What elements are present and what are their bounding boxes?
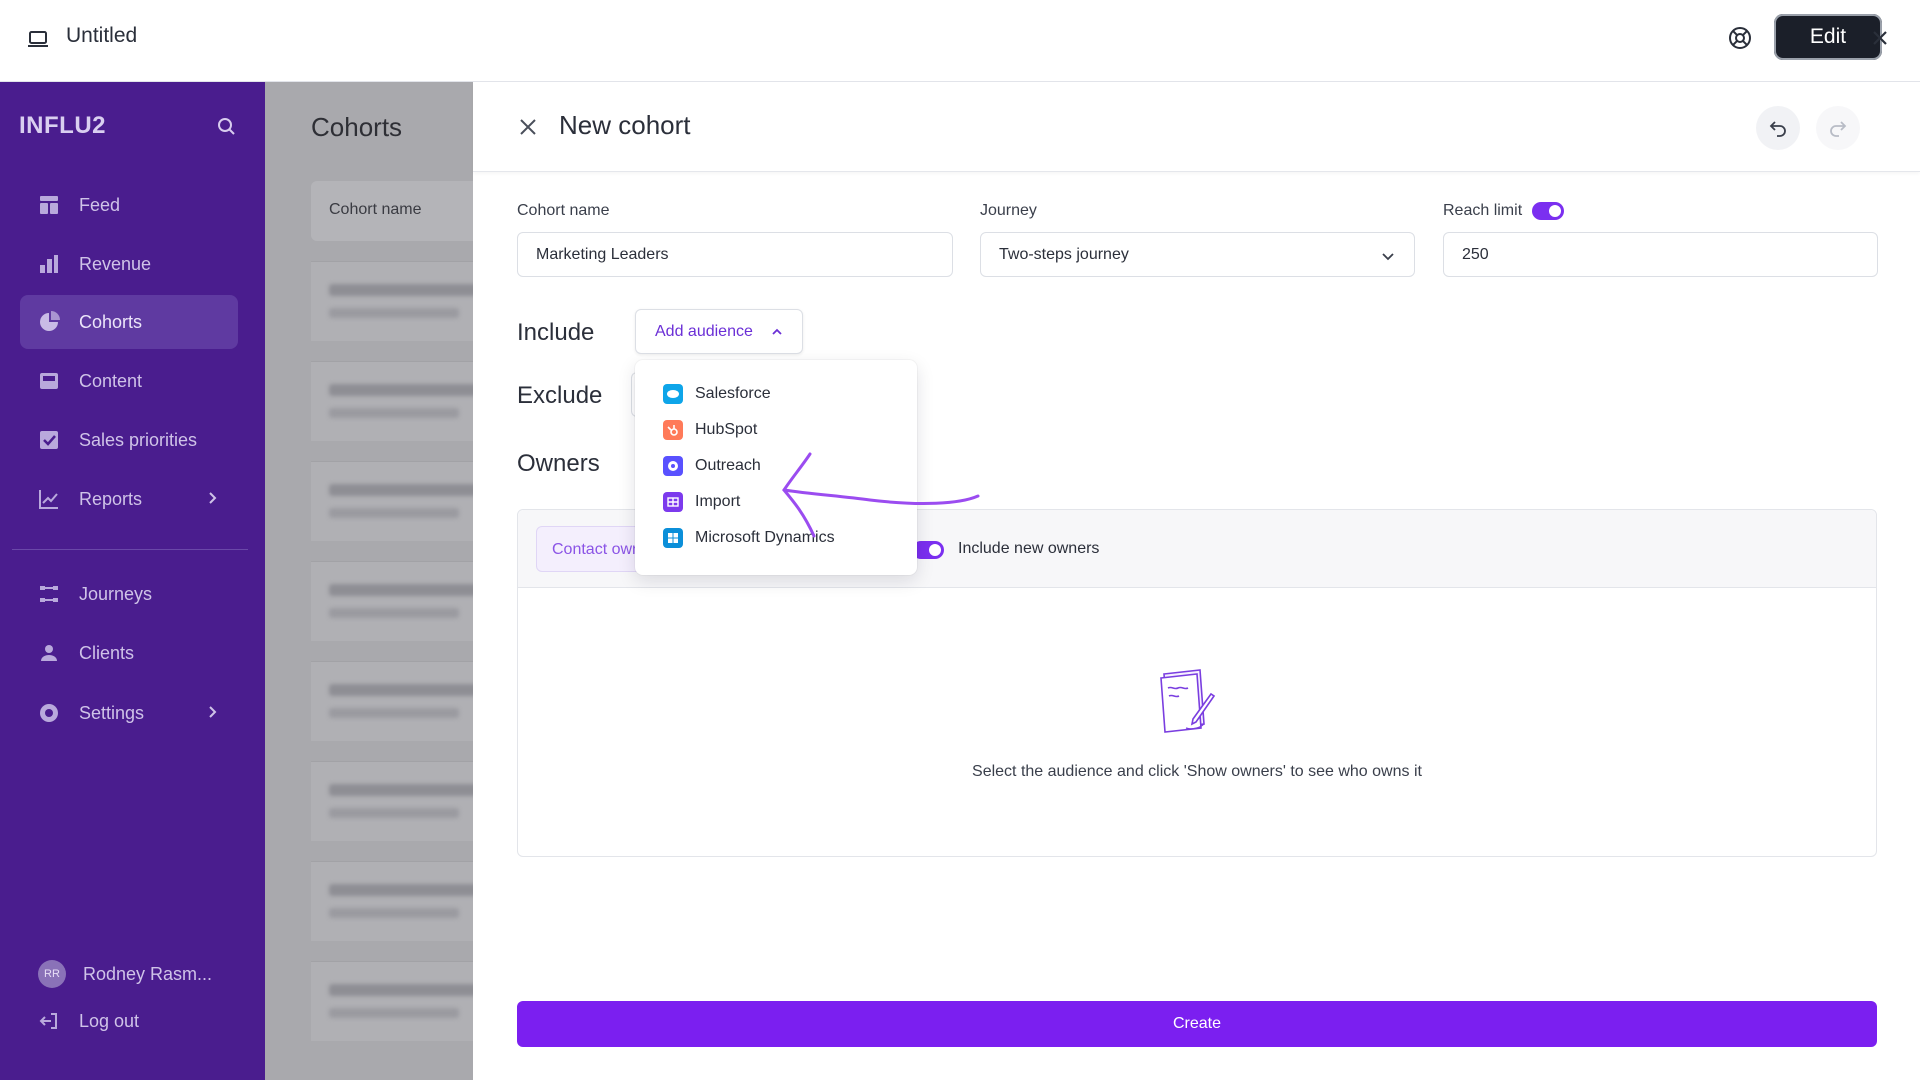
table-row [311, 561, 473, 641]
audience-option-microsoft-dynamics[interactable]: Microsoft Dynamics [663, 525, 835, 551]
sidebar-item-label: Content [79, 371, 143, 391]
reach-limit-toggle[interactable] [1532, 202, 1564, 220]
cohort-name-input[interactable]: Marketing Leaders [517, 232, 953, 277]
laptop-icon [28, 31, 48, 47]
sidebar-item-label: Reports [79, 489, 143, 509]
redo-button[interactable] [1816, 106, 1860, 150]
sidebar-item-label: Clients [79, 643, 135, 663]
notepad-pen-icon [1160, 669, 1216, 733]
close-drawer-icon[interactable] [517, 116, 539, 138]
chevron-down-icon [1382, 253, 1394, 261]
sidebar: INFLU2 Feed Revenue Cohorts Content Sale… [0, 82, 265, 1080]
table-header: Cohort name [311, 181, 473, 241]
checkbox-icon [40, 431, 58, 449]
journey-select[interactable]: Two-steps journey [980, 232, 1415, 277]
feed-icon [40, 196, 58, 214]
sidebar-divider [12, 549, 248, 550]
background-page-overlay: Cohorts Cohort name [265, 82, 473, 1080]
drawer-title: New cohort [559, 110, 691, 140]
pie-chart-icon [40, 311, 60, 331]
sidebar-item-feed[interactable]: Feed [20, 178, 238, 232]
journeys-icon [40, 586, 58, 602]
include-new-owners-label: Include new owners [958, 540, 1100, 557]
content-icon [40, 373, 58, 389]
journey-value: Two-steps journey [999, 245, 1129, 263]
search-icon[interactable] [216, 116, 236, 136]
add-audience-label: Add audience [655, 323, 753, 340]
salesforce-icon [663, 384, 683, 404]
audience-option-import[interactable]: Import [663, 489, 740, 515]
audience-option-label: Salesforce [695, 385, 771, 402]
owners-label: Owners [517, 450, 600, 477]
bar-chart-icon [40, 255, 58, 273]
logout-label: Log out [79, 1011, 140, 1031]
table-row [311, 661, 473, 741]
import-icon [663, 492, 683, 512]
chevron-up-icon [772, 328, 782, 335]
avatar[interactable]: RR [38, 960, 66, 988]
table-row [311, 461, 473, 541]
window-title-bar: Untitled Edit [0, 0, 1920, 82]
audience-option-outreach[interactable]: Outreach [663, 453, 761, 479]
new-cohort-drawer: New cohort Cohort name Marketing Leaders… [473, 82, 1920, 1080]
sidebar-item-content[interactable]: Content [20, 354, 238, 408]
window-title: Untitled [66, 24, 138, 47]
user-name[interactable]: Rodney Rasm... [83, 964, 212, 985]
exclude-label: Exclude [517, 382, 603, 409]
table-row [311, 861, 473, 941]
journey-label: Journey [980, 202, 1037, 219]
audience-option-label: Import [695, 493, 741, 510]
microsoft-dynamics-icon [663, 528, 683, 548]
page-title: Cohorts [311, 112, 403, 142]
sidebar-item-label: Feed [79, 195, 121, 215]
table-row [311, 361, 473, 441]
sidebar-item-reports[interactable]: Reports [20, 472, 238, 526]
table-row [311, 761, 473, 841]
logout-button[interactable]: Log out [20, 994, 238, 1048]
table-row [311, 961, 473, 1041]
close-icon[interactable] [1866, 24, 1894, 52]
chevron-right-icon [209, 492, 217, 504]
sidebar-item-cohorts[interactable]: Cohorts [20, 295, 238, 349]
undo-icon [1769, 121, 1786, 137]
sidebar-item-label: Revenue [79, 254, 152, 274]
add-audience-dropdown: Salesforce HubSpot Outreach Import Micro… [635, 360, 917, 575]
hubspot-icon [663, 420, 683, 440]
cohort-name-label: Cohort name [517, 202, 610, 219]
sidebar-item-label: Settings [79, 703, 145, 723]
sidebar-item-label: Cohorts [79, 312, 143, 332]
clients-icon [41, 645, 57, 661]
chevron-right-icon [209, 706, 217, 718]
audience-option-label: Outreach [695, 457, 761, 474]
brand-logo: INFLU2 [19, 112, 106, 139]
sidebar-item-label: Sales priorities [79, 430, 198, 450]
owners-empty-message: Select the audience and click 'Show owne… [972, 763, 1422, 780]
sidebar-item-clients[interactable]: Clients [20, 626, 238, 680]
audience-option-label: HubSpot [695, 421, 758, 438]
audience-option-salesforce[interactable]: Salesforce [663, 381, 771, 407]
sidebar-item-revenue[interactable]: Revenue [20, 237, 238, 291]
column-header-cohort-name: Cohort name [329, 201, 422, 218]
sidebar-item-journeys[interactable]: Journeys [20, 567, 238, 621]
include-label: Include [517, 319, 595, 346]
redo-icon [1830, 121, 1847, 137]
audience-option-hubspot[interactable]: HubSpot [663, 417, 757, 443]
drawer-header: New cohort [473, 82, 1920, 172]
audience-option-label: Microsoft Dynamics [695, 529, 835, 546]
create-button[interactable]: Create [517, 1001, 1877, 1047]
logout-icon [39, 1013, 57, 1029]
help-lifebuoy-icon[interactable] [1726, 24, 1754, 52]
reach-limit-label: Reach limit [1443, 202, 1523, 219]
undo-button[interactable] [1756, 106, 1800, 150]
reach-limit-input[interactable]: 250 [1443, 232, 1878, 277]
settings-icon [40, 704, 58, 722]
outreach-icon [663, 456, 683, 476]
add-audience-button[interactable]: Add audience [635, 309, 803, 354]
sidebar-item-label: Journeys [79, 584, 153, 604]
table-row [311, 261, 473, 341]
line-chart-icon [39, 490, 58, 509]
sidebar-item-sales-priorities[interactable]: Sales priorities [20, 413, 238, 467]
sidebar-item-settings[interactable]: Settings [20, 686, 238, 740]
